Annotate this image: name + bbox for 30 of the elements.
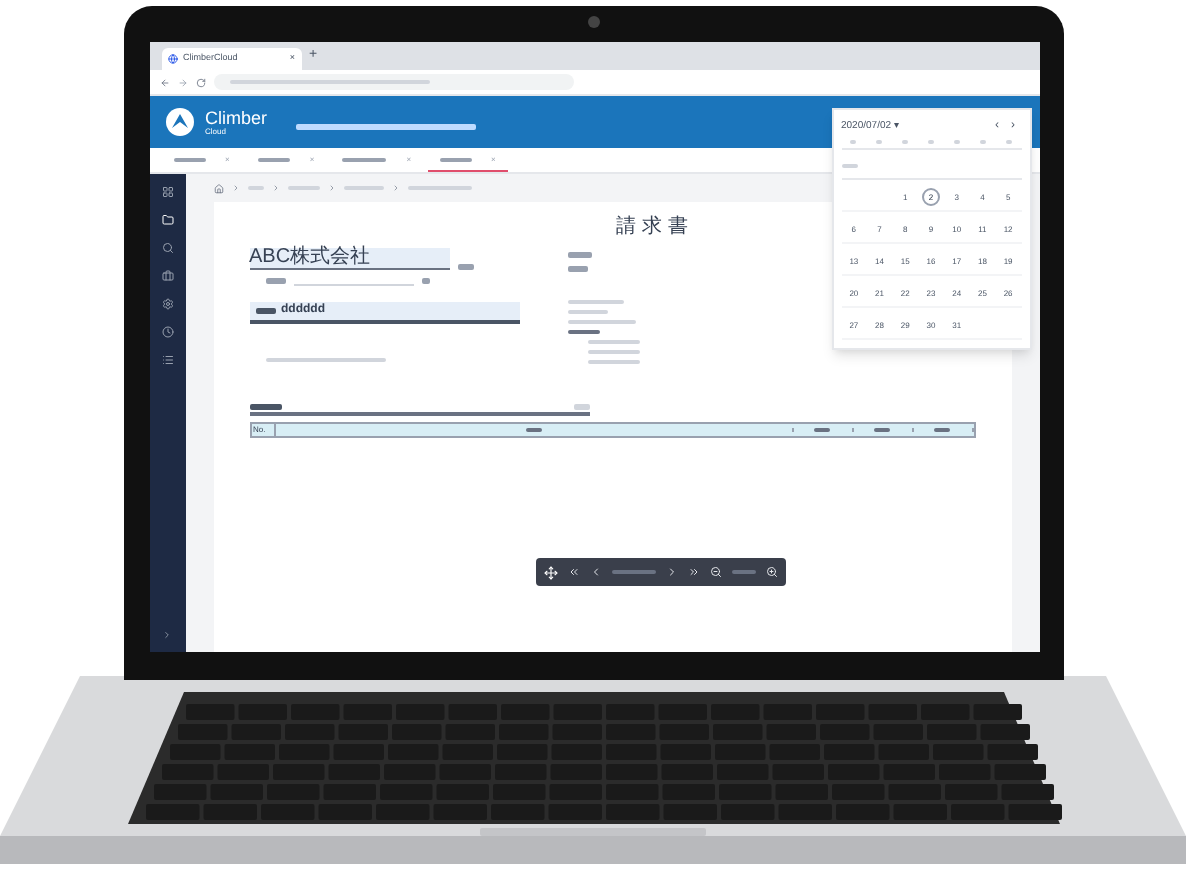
blurred-text xyxy=(457,264,473,270)
blurred-text xyxy=(265,278,285,284)
blurred-text xyxy=(567,252,591,258)
expand-icon[interactable] xyxy=(162,630,172,640)
reload-icon[interactable] xyxy=(195,77,205,87)
globe-icon xyxy=(167,54,177,64)
home-icon[interactable] xyxy=(213,183,223,193)
briefcase-icon[interactable] xyxy=(161,270,173,282)
zoom-out-icon[interactable] xyxy=(709,566,721,578)
logo-title: Climber xyxy=(205,109,268,127)
customer-field[interactable]: ABC株式会社 xyxy=(249,248,449,270)
next-page-icon[interactable] xyxy=(665,566,677,578)
blurred-text xyxy=(249,404,281,410)
last-page-icon[interactable] xyxy=(687,566,699,578)
clock-icon[interactable] xyxy=(161,326,173,338)
search-icon[interactable] xyxy=(161,242,173,254)
zoom-in-icon[interactable] xyxy=(765,566,777,578)
folder-icon[interactable] xyxy=(161,214,173,226)
blurred-text xyxy=(573,404,589,410)
move-icon[interactable] xyxy=(543,565,557,579)
grid-icon[interactable] xyxy=(161,186,173,198)
logo-icon xyxy=(165,108,193,136)
invoice-title: 請 求 書 xyxy=(614,218,688,238)
settings-icon[interactable] xyxy=(161,298,173,310)
list-icon[interactable] xyxy=(161,354,173,366)
blurred-text xyxy=(255,308,275,314)
blurred-text xyxy=(421,278,429,284)
previous-page-icon[interactable] xyxy=(589,566,601,578)
blurred-text xyxy=(567,266,587,272)
back-icon[interactable] xyxy=(159,77,169,87)
